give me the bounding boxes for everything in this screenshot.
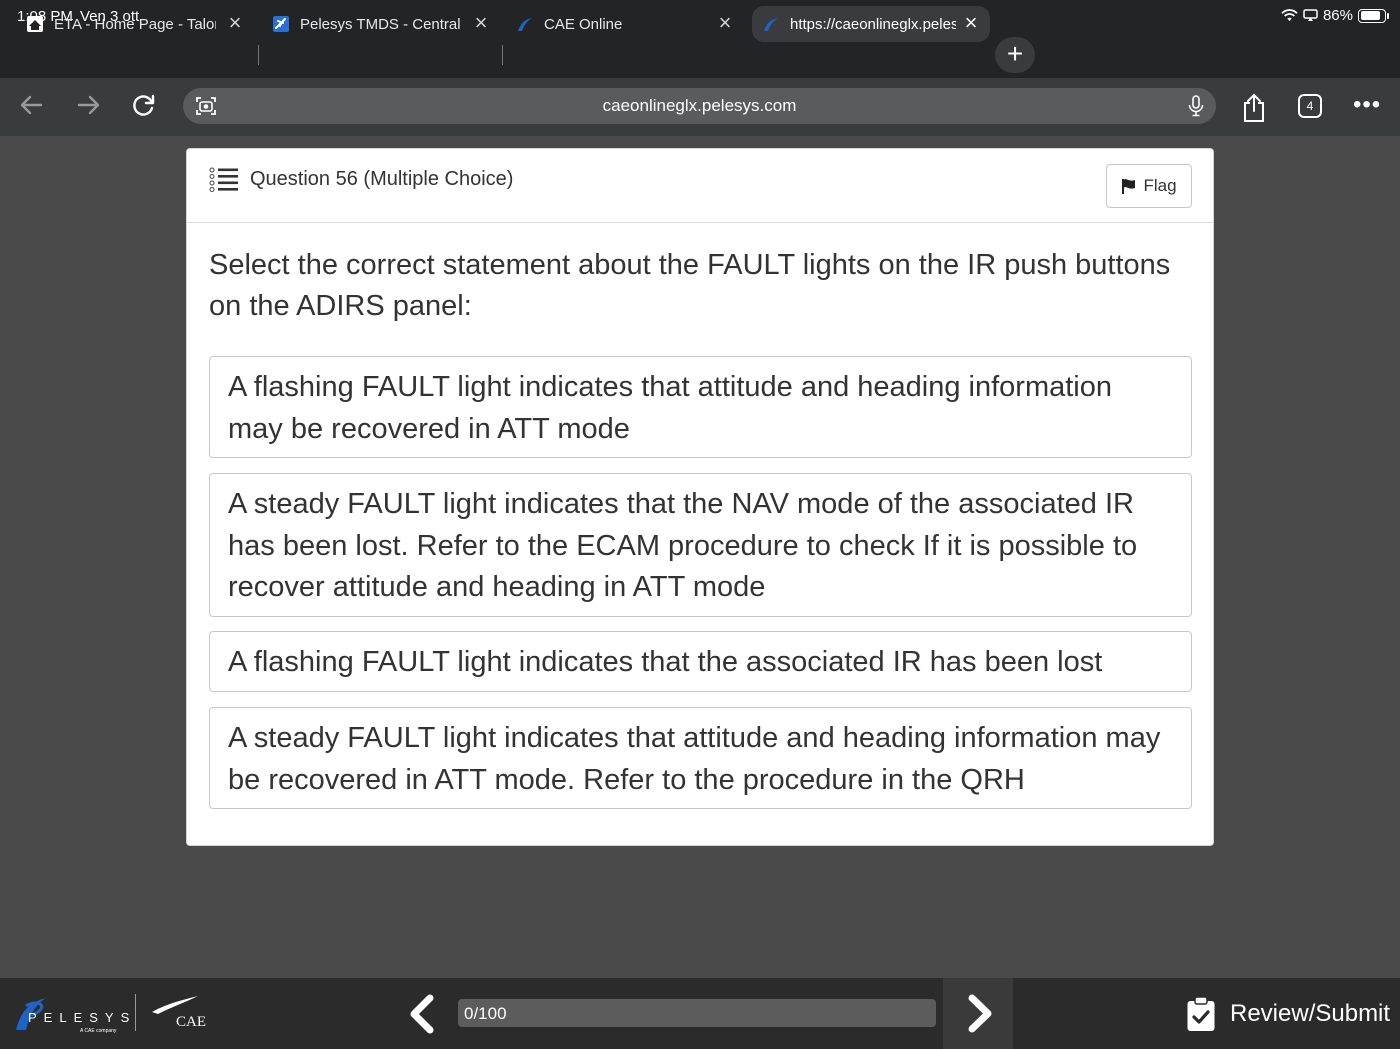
review-submit-button[interactable]: Review/Submit — [1186, 996, 1390, 1032]
pelesys-wordmark: PELESYS — [28, 1010, 129, 1025]
tab-divider — [502, 45, 503, 65]
back-icon[interactable] — [16, 90, 48, 122]
pelesys-logo: PELESYS A CAE company — [14, 994, 129, 1034]
url-text: caeonlineglx.pelesys.com — [602, 96, 797, 115]
tab-eta-home[interactable]: ETA - Home Page - Talon × — [26, 6, 244, 42]
flag-button[interactable]: Flag — [1106, 164, 1192, 208]
address-bar[interactable]: caeonlineglx.pelesys.com — [183, 88, 1216, 124]
more-menu-icon[interactable]: ••• — [1353, 93, 1381, 117]
tab-label: https://caeonlineglx.pelesys — [790, 15, 956, 33]
review-submit-label: Review/Submit — [1230, 1000, 1391, 1027]
flag-icon — [1122, 178, 1136, 194]
tab-cae-online[interactable]: CAE Online × — [516, 6, 734, 42]
answer-option-2[interactable]: A steady FAULT light indicates that the … — [209, 473, 1192, 617]
forward-icon[interactable] — [72, 90, 104, 122]
tab-pelesys-tmds[interactable]: Pelesys TMDS - Central × — [272, 6, 490, 42]
pelesys-tagline: A CAE company — [80, 1028, 117, 1034]
logo-divider — [135, 994, 136, 1031]
progress-text: 0/100 — [464, 1004, 507, 1023]
tab-divider — [258, 45, 259, 65]
answer-option-4[interactable]: A steady FAULT light indicates that atti… — [209, 707, 1192, 809]
close-icon[interactable]: × — [226, 12, 244, 34]
tab-count-button[interactable]: 4 — [1298, 94, 1322, 118]
microphone-icon[interactable] — [1186, 95, 1206, 117]
chevron-right-icon — [968, 994, 992, 1033]
tab-label: Pelesys TMDS - Central — [300, 15, 461, 33]
screen-mirror-icon — [1303, 9, 1318, 21]
tab-caeonlineglx[interactable]: https://caeonlineglx.pelesys × — [752, 6, 990, 42]
chevron-left-icon — [410, 994, 434, 1034]
browser-toolbar: caeonlineglx.pelesys.com 4 ••• — [0, 78, 1400, 136]
home-icon — [26, 15, 44, 33]
reload-icon[interactable] — [128, 90, 160, 122]
close-icon[interactable]: × — [716, 12, 734, 34]
exam-footer: PELESYS A CAE company CAE 0/100 Review/S… — [0, 978, 1400, 1049]
next-question-button[interactable] — [943, 978, 1013, 1049]
close-icon[interactable]: × — [962, 12, 980, 34]
plane-icon — [272, 15, 290, 33]
previous-question-button[interactable] — [402, 992, 442, 1036]
question-card: Question 56 (Multiple Choice) Flag Selec… — [186, 148, 1214, 846]
battery-percent: 86% — [1322, 7, 1353, 24]
exam-progress-bar: 0/100 — [458, 999, 936, 1027]
question-title: Question 56 (Multiple Choice) — [250, 168, 514, 190]
answer-option-3[interactable]: A flashing FAULT light indicates that th… — [209, 631, 1192, 692]
status-right: 86% — [1281, 7, 1389, 24]
battery-icon — [1358, 8, 1389, 23]
flag-label: Flag — [1143, 176, 1177, 195]
cae-logo: CAE — [148, 992, 212, 1030]
answer-option-1[interactable]: A flashing FAULT light indicates that at… — [209, 356, 1192, 458]
question-prompt: Select the correct statement about the F… — [209, 249, 1171, 322]
pelesys-icon — [516, 15, 534, 33]
wifi-icon — [1281, 9, 1298, 21]
new-tab-button[interactable]: + — [995, 37, 1035, 73]
close-icon[interactable]: × — [472, 12, 490, 34]
clipboard-check-icon — [1187, 996, 1215, 1031]
pelesys-icon — [762, 15, 780, 33]
cae-wordmark: CAE — [176, 1014, 206, 1028]
share-icon[interactable] — [1241, 93, 1267, 128]
tab-label: CAE Online — [544, 15, 623, 33]
question-list-icon[interactable] — [209, 167, 239, 193]
question-header: Question 56 (Multiple Choice) Flag — [187, 149, 1213, 223]
tab-label: ETA - Home Page - Talon — [54, 15, 216, 33]
